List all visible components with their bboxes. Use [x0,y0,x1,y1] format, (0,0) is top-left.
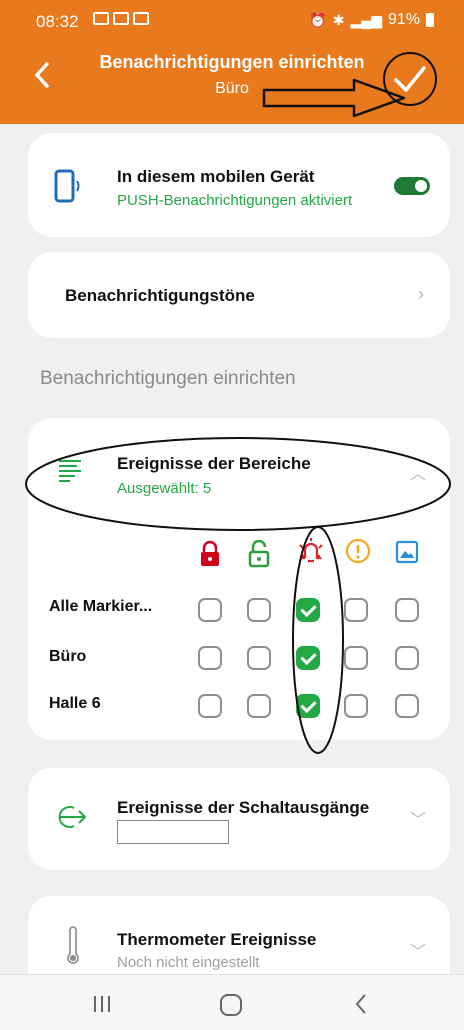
switch-output-events-card[interactable]: Ereignisse der Schaltausgänge ﹀ [28,768,450,870]
event-checkbox[interactable] [344,694,368,718]
back-icon[interactable] [354,993,368,1015]
app-notification-icon [133,12,149,25]
signal-icon: ▂▄▆ [350,11,382,28]
chevron-down-icon[interactable]: ﹀ [410,806,426,830]
lock-open-icon [248,540,270,568]
event-checkbox[interactable] [296,646,320,670]
event-checkbox[interactable] [395,646,419,670]
outputs-card-title: Ereignisse der Schaltausgänge [117,798,370,817]
status-time: 08:32 [36,12,79,31]
chevron-up-icon[interactable]: ︿ [410,460,426,484]
event-checkbox[interactable] [247,694,271,718]
event-checkbox[interactable] [198,694,222,718]
image-icon [395,540,419,564]
event-checkbox[interactable] [198,598,222,622]
page-title: Benachrichtigungen einrichten [99,52,365,72]
warning-icon [345,538,371,564]
output-arrow-icon [58,806,87,828]
gallery-icon [113,12,129,25]
system-status: ⏰ ✱ ▂▄▆ 91% [309,11,434,29]
event-checkbox[interactable] [296,598,320,622]
push-toggle[interactable] [394,177,430,195]
chevron-right-icon: › [418,284,424,304]
event-checkbox[interactable] [247,598,271,622]
device-card-status: PUSH-Benachrichtigungen aktiviert [117,192,353,209]
home-icon[interactable] [218,993,244,1017]
notification-tones-card[interactable]: Benachrichtigungstöne › [28,252,450,338]
device-card-title: In diesem mobilen Gerät [117,167,315,186]
mail-icon [93,12,109,25]
battery-icon [426,13,434,27]
area-card-title: Ereignisse der Bereiche [117,454,311,473]
area-selected-count: Ausgewählt: 5 [117,480,212,497]
row-label-all: Alle Markier... [49,598,153,615]
list-lines-icon [59,460,81,482]
status-bar: 08:32 ⏰ ✱ ▂▄▆ 91% [0,0,464,40]
battery-percent: 91% [387,11,420,28]
app-header: 08:32 ⏰ ✱ ▂▄▆ 91% Benachrichtigungen ein… [0,0,464,124]
section-heading: Benachrichtigungen einrichten [40,368,296,389]
event-checkbox[interactable] [395,694,419,718]
notification-icons [93,12,149,25]
mobile-device-icon [54,169,80,203]
chevron-down-icon[interactable]: ﹀ [410,938,426,962]
system-nav-bar [0,974,464,1030]
confirm-check-button[interactable] [381,50,439,108]
alarm-icon: ⏰ [309,11,327,28]
event-checkbox[interactable] [247,646,271,670]
annotation-ellipse [25,437,451,531]
event-checkbox[interactable] [296,694,320,718]
device-push-card[interactable]: In diesem mobilen Gerät PUSH-Benachricht… [28,133,450,237]
tones-card-title: Benachrichtigungstöne [65,286,255,305]
lock-closed-icon [201,540,219,566]
alarm-bell-icon [299,538,323,563]
redacted-status-box [117,820,229,844]
row-label-buero: Büro [49,648,87,665]
area-events-card[interactable]: Ereignisse der Bereiche Ausgewählt: 5 ︿ … [25,418,451,754]
thermo-card-status: Noch nicht eingestellt [117,954,260,971]
event-checkbox[interactable] [344,646,368,670]
event-checkbox[interactable] [198,646,222,670]
row-label-halle6: Halle 6 [49,695,101,712]
back-arrow-icon[interactable] [30,60,54,90]
thermometer-icon [67,926,79,964]
thermo-card-title: Thermometer Ereignisse [117,930,317,949]
event-checkbox[interactable] [344,598,368,622]
event-checkbox[interactable] [395,598,419,622]
bluetooth-icon: ✱ [332,11,345,28]
recent-apps-icon[interactable] [92,995,112,1013]
